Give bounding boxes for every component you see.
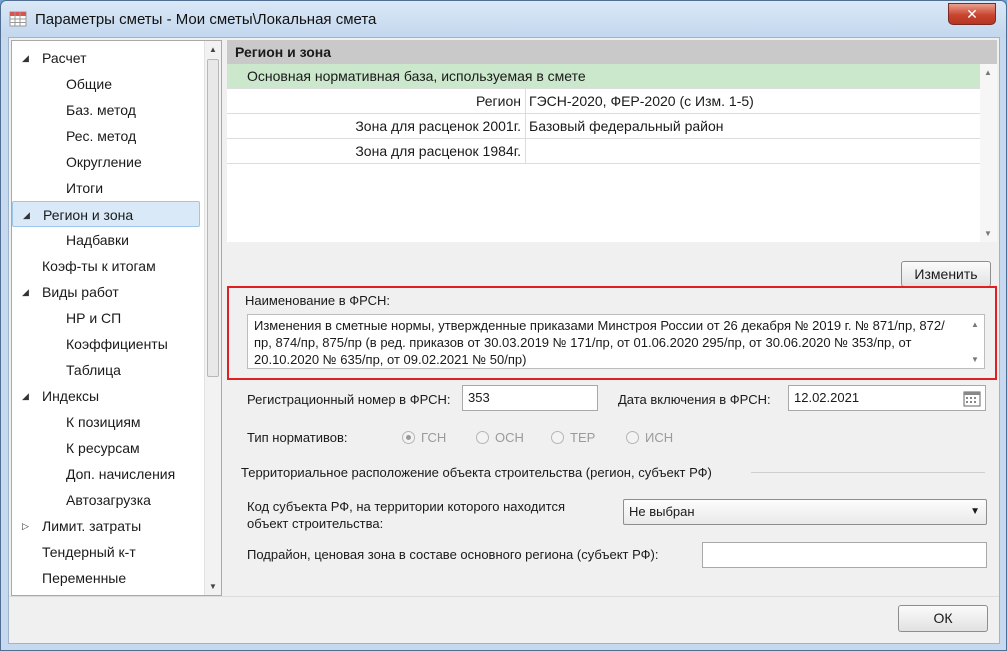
subregion-field[interactable] [702, 542, 987, 568]
scroll-down-icon[interactable]: ▼ [205, 578, 221, 595]
reg-number-label: Регистрационный номер в ФРСН: [247, 392, 451, 407]
tree-item-dop-nachisleniya[interactable]: Доп. начисления [12, 461, 200, 487]
tree-item-tendernyj-kt[interactable]: Тендерный к-т [12, 539, 200, 565]
subject-code-label: Код субъекта РФ, на территории которого … [247, 499, 566, 531]
inclusion-date-field[interactable]: 12.02.2021 [788, 385, 986, 411]
window-title: Параметры сметы - Мои сметы\Локальная см… [35, 11, 377, 28]
reg-number-field[interactable]: 353 [462, 385, 598, 411]
tree-item-region-i-zona[interactable]: ◢ Регион и зона [12, 201, 200, 227]
grid-value: ГЭСН-2020, ФЕР-2020 (с Изм. 1-5) [529, 93, 754, 109]
grid-label: Зона для расценок 1984г. [227, 139, 526, 164]
base-label: Основная нормативная база, используемая … [247, 68, 586, 84]
tree-item-raschet[interactable]: ◢ Расчет [12, 45, 200, 71]
tree-scrollbar[interactable]: ▲ ▼ [204, 41, 221, 595]
tree-item-itogi[interactable]: Итоги [12, 175, 200, 201]
tree-item-obshchie[interactable]: Общие [12, 71, 200, 97]
norm-type-label: Тип нормативов: [247, 430, 348, 445]
grid-value: Базовый федеральный район [529, 118, 724, 134]
dialog-window: Параметры сметы - Мои сметы\Локальная см… [0, 0, 1007, 651]
tree-item-koef-k-itogam[interactable]: Коэф-ты к итогам [12, 253, 200, 279]
tree-item-nadbavki[interactable]: Надбавки [12, 227, 200, 253]
grid-row-zone-1984[interactable]: Зона для расценок 1984г. [227, 139, 980, 164]
scroll-down-icon[interactable]: ▼ [971, 355, 979, 364]
tree-item-k-resursam[interactable]: К ресурсам [12, 435, 200, 461]
tree-item-k-poziciyam[interactable]: К позициям [12, 409, 200, 435]
tree-item-okruglenie[interactable]: Округление [12, 149, 200, 175]
tree-item-peremennye[interactable]: Переменные [12, 565, 200, 591]
scroll-thumb[interactable] [207, 59, 219, 377]
radio-icon [476, 431, 489, 444]
inclusion-date-label: Дата включения в ФРСН: [618, 392, 771, 407]
scroll-up-icon[interactable]: ▲ [205, 41, 221, 58]
grid-label: Регион [227, 89, 526, 114]
ok-button[interactable]: ОК [898, 605, 988, 632]
radio-icon [626, 431, 639, 444]
tree-item-indeksy[interactable]: ◢ Индексы [12, 383, 200, 409]
section-header: Регион и зона [227, 40, 997, 64]
subregion-label: Подрайон, ценовая зона в составе основно… [247, 547, 659, 562]
tree-item-res-metod[interactable]: Рес. метод [12, 123, 200, 149]
separator-line [751, 472, 985, 473]
scroll-up-icon[interactable]: ▲ [971, 320, 979, 329]
radio-gsn[interactable]: ГСН [402, 430, 446, 445]
table-icon [9, 11, 27, 27]
change-button[interactable]: Изменить [901, 261, 991, 287]
expanded-arrow-icon[interactable]: ◢ [22, 279, 29, 305]
radio-selected-icon [402, 431, 415, 444]
dialog-footer: ОК [9, 596, 999, 643]
expanded-arrow-icon[interactable]: ◢ [22, 45, 29, 71]
calendar-icon[interactable] [963, 390, 981, 407]
close-icon: ✕ [966, 6, 978, 22]
radio-ter[interactable]: ТЕР [551, 430, 595, 445]
region-zone-panel: Регион и зона Основная нормативная база,… [227, 40, 997, 596]
collapsed-arrow-icon[interactable]: ▷ [22, 513, 29, 539]
tree-item-avtozagruzka[interactable]: Автозагрузка [12, 487, 200, 513]
frsn-name-text: Изменения в сметные нормы, утвержденные … [254, 318, 945, 367]
grid-label: Зона для расценок 2001г. [227, 114, 526, 139]
frsn-label: Наименование в ФРСН: [245, 293, 391, 308]
radio-osn[interactable]: ОСН [476, 430, 524, 445]
expanded-arrow-icon[interactable]: ◢ [22, 383, 29, 409]
frsn-highlight-box: Наименование в ФРСН: Изменения в сметные… [227, 286, 997, 380]
grid-row-region[interactable]: Регион ГЭСН-2020, ФЕР-2020 (с Изм. 1-5) [227, 89, 980, 114]
territory-heading: Территориальное расположение объекта стр… [241, 465, 712, 480]
close-button[interactable]: ✕ [948, 3, 996, 25]
settings-tree: ◢ Расчет Общие Баз. метод Рес. метод Окру… [11, 40, 222, 596]
radio-isn[interactable]: ИСН [626, 430, 673, 445]
base-grid: Основная нормативная база, используемая … [227, 64, 997, 242]
tree-item-koefficienty[interactable]: Коэффициенты [12, 331, 200, 357]
tree-item-tablica[interactable]: Таблица [12, 357, 200, 383]
tree-item-vidy-rabot[interactable]: ◢ Виды работ [12, 279, 200, 305]
grid-row-base[interactable]: Основная нормативная база, используемая … [227, 64, 980, 89]
subject-code-select[interactable]: Не выбран ▼ [623, 499, 987, 525]
scroll-down-icon[interactable]: ▼ [984, 229, 992, 238]
scroll-up-icon[interactable]: ▲ [984, 68, 992, 77]
expanded-arrow-icon[interactable]: ◢ [23, 202, 30, 228]
title-bar[interactable]: Параметры сметы - Мои сметы\Локальная см… [1, 1, 1006, 37]
frsn-name-textarea[interactable]: Изменения в сметные нормы, утвержденные … [247, 314, 985, 369]
tree-item-limit-zatraty[interactable]: ▷ Лимит. затраты [12, 513, 200, 539]
tree-item-baz-metod[interactable]: Баз. метод [12, 97, 200, 123]
dialog-client: ◢ Расчет Общие Баз. метод Рес. метод Окру… [8, 37, 1000, 644]
grid-scrollbar[interactable]: ▲ ▼ [980, 64, 997, 242]
grid-row-zone-2001[interactable]: Зона для расценок 2001г. Базовый федерал… [227, 114, 980, 139]
radio-icon [551, 431, 564, 444]
dropdown-arrow-icon: ▼ [970, 506, 980, 517]
tree-item-nr-i-sp[interactable]: НР и СП [12, 305, 200, 331]
textarea-scrollbar[interactable]: ▲ ▼ [967, 315, 984, 368]
